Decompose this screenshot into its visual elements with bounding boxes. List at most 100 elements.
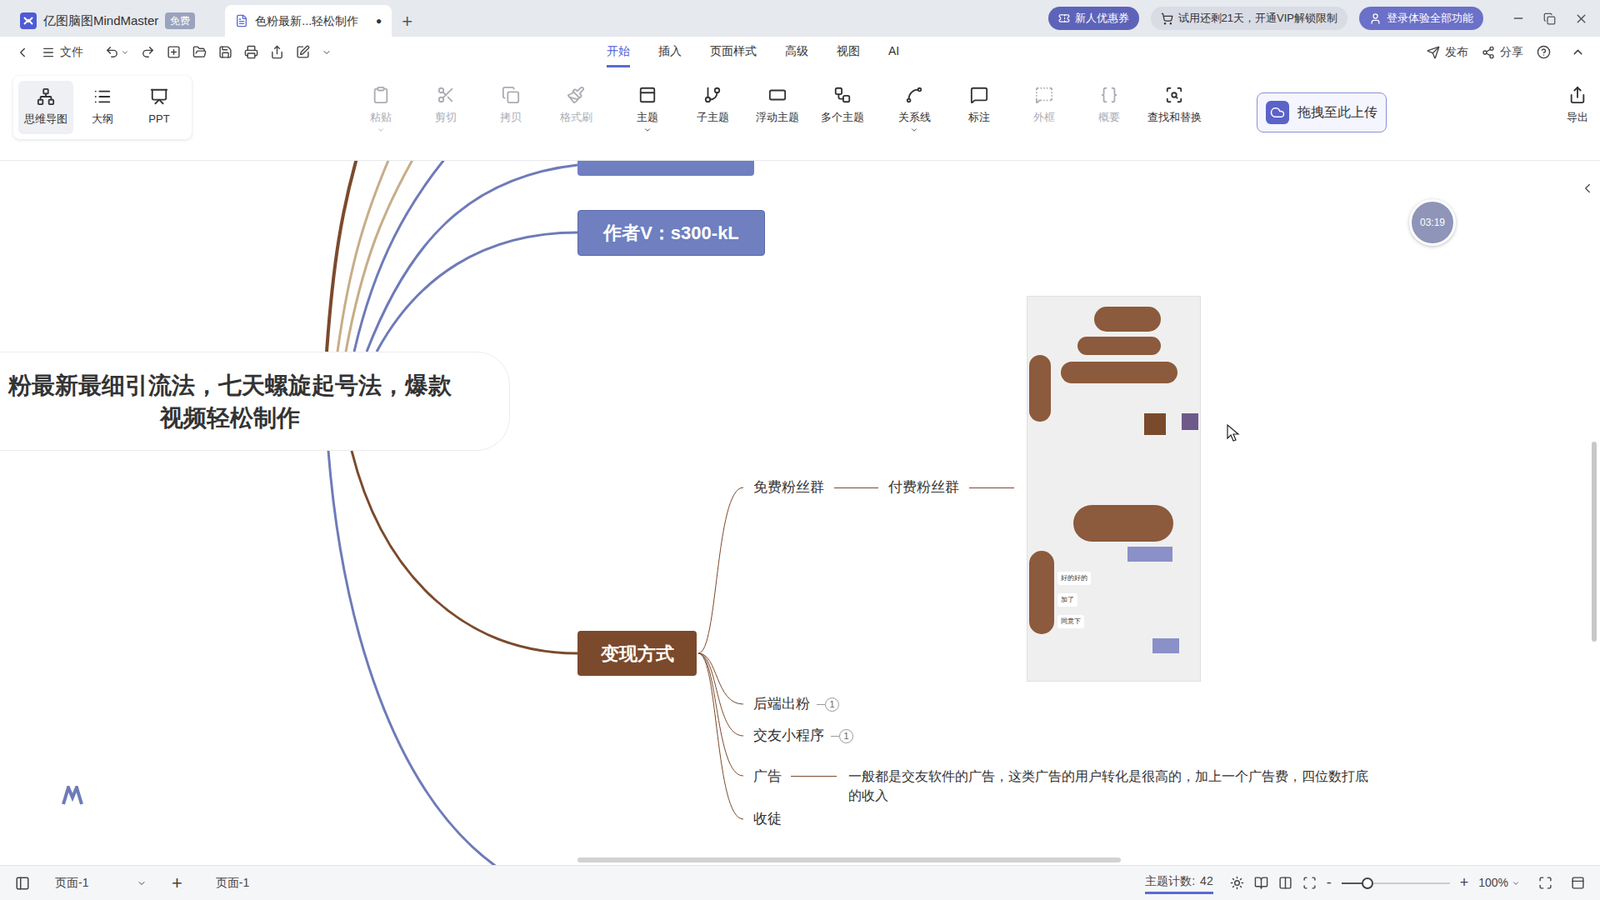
tool-label: 主题 — [636, 109, 659, 126]
document-tab[interactable]: 色粉最新...轻松制作● — [225, 5, 392, 37]
page-tab[interactable]: 页面-1 — [215, 874, 250, 892]
collapse-ribbon-icon[interactable] — [1570, 45, 1585, 60]
ribbon-tab[interactable]: AI — [888, 36, 900, 68]
login-button[interactable]: 登录体验全部功能 — [1359, 6, 1484, 30]
edit-icon[interactable] — [295, 45, 310, 60]
subtopic-detail[interactable]: 一般都是交友软件的广告，这类广告的用户转化是很高的，加上一个广告费，四位数打底的… — [848, 766, 1370, 805]
panel-icon[interactable] — [1570, 875, 1585, 890]
app-tab-title: 亿图脑图MindMaster — [43, 11, 159, 31]
view-button[interactable]: 思维导图 — [18, 80, 74, 135]
upload-label: 拖拽至此上传 — [1297, 102, 1378, 123]
view-icon — [93, 87, 112, 106]
ribbon-tab[interactable]: 视图 — [836, 36, 860, 68]
tool-button[interactable]: 主题 — [615, 67, 680, 135]
monetize-node[interactable]: 变现方式 — [577, 630, 697, 676]
mindmap-canvas[interactable]: 作者V：s300-kL 粉最新最细引流法，七天螺旋起号法，爆款视频轻松制作变现方式… — [0, 160, 1600, 865]
toolbar: 思维导图大纲 PPT 粘贴剪切 拷贝格式刷主题 子主题浮动主题多个主题关系线标注外框概要… — [0, 67, 1600, 161]
subtopic[interactable]: 付费粉丝群 — [888, 477, 960, 498]
branch-lines — [0, 160, 1600, 865]
new-tab-button[interactable]: + — [391, 5, 423, 37]
author-node[interactable]: 作者V：s300-kL — [577, 210, 765, 256]
chat-screenshot-image[interactable]: 好的好的加了同意下 — [1026, 295, 1201, 682]
tool-button[interactable]: 标注 — [946, 67, 1012, 126]
note-marker[interactable]: 1 — [839, 729, 854, 744]
subtopic[interactable]: 交友小程序 — [753, 725, 825, 746]
tool-icon — [501, 85, 520, 105]
share-button[interactable]: 分享 — [1481, 43, 1524, 61]
topic-node-cut[interactable] — [577, 160, 755, 176]
subtopic[interactable]: 后端出粉 — [753, 694, 810, 715]
note-marker[interactable]: 1 — [825, 697, 840, 712]
fullscreen-icon[interactable] — [1538, 875, 1553, 890]
ribbon-tab[interactable]: 插入 — [658, 36, 682, 68]
upload-button[interactable]: 拖拽至此上传 — [1256, 92, 1387, 133]
help-icon[interactable] — [1536, 45, 1551, 60]
ribbon-tab[interactable]: 开始 — [606, 36, 630, 68]
tool-button[interactable]: 概要 — [1076, 67, 1142, 126]
zoom-level[interactable]: 100% — [1478, 874, 1520, 892]
tool-button[interactable]: 浮动主题 — [745, 67, 810, 126]
zoom-in-button[interactable]: + — [1460, 871, 1470, 895]
export-button[interactable]: 导出 — [1566, 67, 1589, 126]
timer-badge[interactable]: 03:19 — [1409, 199, 1456, 246]
view-button[interactable]: PPT — [131, 80, 187, 135]
subtopic[interactable]: 收徒 — [753, 809, 782, 830]
open-file-icon[interactable] — [192, 45, 207, 60]
undo-icon[interactable] — [105, 45, 120, 60]
add-page-button[interactable]: + — [171, 869, 183, 897]
subtopic[interactable]: 广告 — [753, 766, 782, 786]
view-button[interactable]: 大纲 — [75, 80, 130, 135]
subtopic[interactable]: 免费粉丝群 — [753, 477, 825, 498]
coupon-button[interactable]: 新人优惠券 — [1048, 6, 1140, 30]
tool-button[interactable]: 外框 — [1011, 67, 1077, 126]
export-quick-icon[interactable] — [270, 45, 285, 60]
tool-button[interactable]: 关系线 — [881, 67, 947, 135]
tool-icon — [905, 85, 924, 105]
back-icon[interactable] — [15, 45, 30, 60]
reading-icon[interactable] — [1254, 875, 1269, 890]
chat-bubble: 同意下 — [1057, 615, 1085, 629]
close-icon[interactable] — [1574, 11, 1589, 26]
tool-button[interactable]: 粘贴 — [348, 67, 414, 135]
publish-button[interactable]: 发布 — [1426, 43, 1469, 61]
tool-button[interactable]: 查找和替换 — [1141, 67, 1207, 126]
horizontal-scrollbar[interactable] — [577, 857, 1121, 863]
file-menu[interactable]: 文件 — [41, 43, 84, 61]
theme-icon[interactable] — [1230, 875, 1245, 890]
side-panel-toggle-icon[interactable] — [1580, 180, 1595, 196]
tool-button[interactable]: 多个主题 — [810, 67, 875, 126]
tool-icon — [566, 85, 585, 105]
app-logo-icon — [20, 12, 37, 30]
redo-icon[interactable] — [140, 45, 155, 60]
page-panel-icon[interactable] — [15, 875, 30, 891]
restore-icon[interactable] — [1543, 12, 1556, 25]
tool-button[interactable]: 格式刷 — [543, 67, 609, 126]
page-select[interactable]: 页面-1 — [55, 874, 147, 892]
vertical-scrollbar[interactable] — [1591, 441, 1597, 642]
central-topic[interactable]: 粉最新最细引流法，七天螺旋起号法，爆款视频轻松制作 — [0, 351, 510, 451]
coupon-icon — [1058, 12, 1070, 25]
minimize-icon[interactable] — [1511, 11, 1525, 25]
layout-icon[interactable] — [1278, 875, 1293, 890]
tool-button[interactable]: 子主题 — [680, 67, 745, 126]
ribbon-tab[interactable]: 页面样式 — [710, 36, 757, 68]
zoom-out-button[interactable]: - — [1326, 871, 1332, 895]
subtopic-row: 后端出粉 1 — [753, 694, 840, 715]
view-label: 大纲 — [91, 110, 114, 128]
zoom-slider[interactable] — [1341, 876, 1450, 890]
tool-icon — [638, 85, 657, 105]
fit-icon[interactable] — [1302, 875, 1317, 890]
menu-icon — [41, 45, 55, 60]
trial-notice[interactable]: 试用还剩21天，开通VIP解锁限制 — [1150, 6, 1348, 30]
app-tab[interactable]: 亿图脑图MindMaster 免费 — [10, 5, 205, 37]
save-icon[interactable] — [218, 45, 233, 60]
free-badge: 免费 — [165, 12, 195, 30]
tool-button[interactable]: 拷贝 — [478, 67, 544, 126]
print-icon[interactable] — [244, 45, 259, 60]
more-icon[interactable] — [321, 47, 332, 58]
ribbon-tab[interactable]: 高级 — [785, 36, 809, 68]
new-file-icon[interactable] — [166, 45, 181, 60]
tool-button[interactable]: 剪切 — [413, 67, 479, 126]
tool-label: 剪切 — [435, 109, 457, 126]
undo-dropdown-icon[interactable] — [120, 48, 130, 57]
